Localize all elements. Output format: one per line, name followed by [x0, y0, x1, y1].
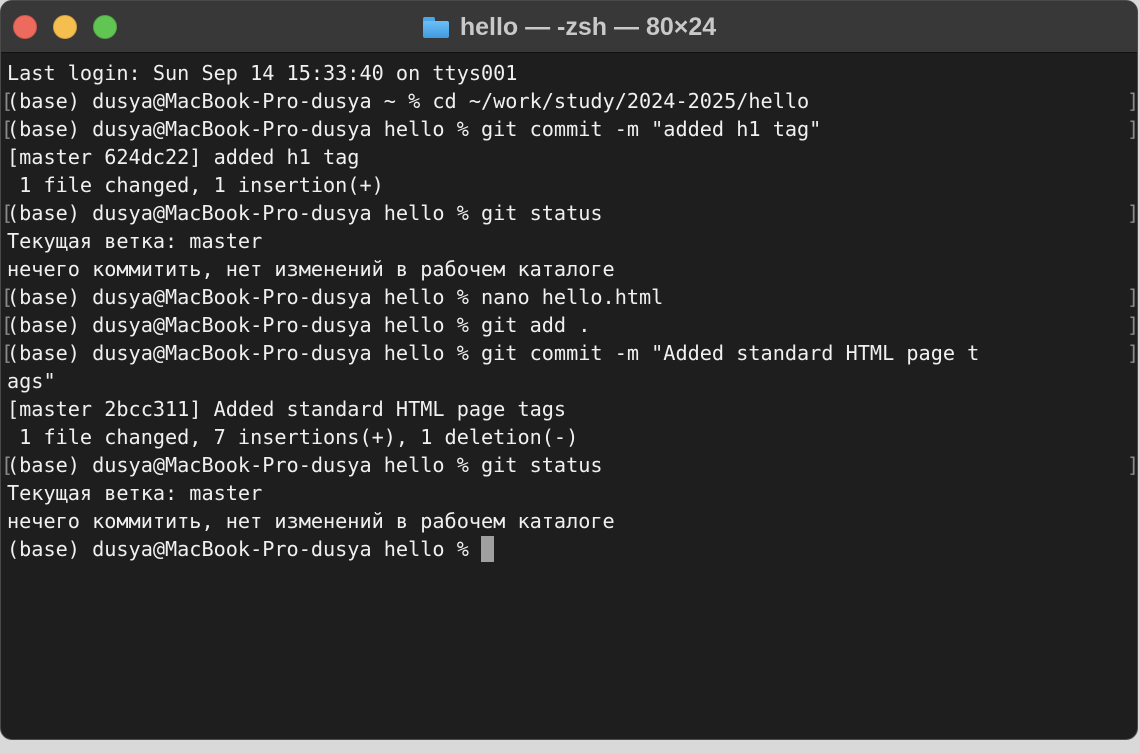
terminal-line: 1 file changed, 7 insertions(+), 1 delet… — [7, 425, 579, 449]
terminal-output[interactable]: Last login: Sun Sep 14 15:33:40 on ttys0… — [1, 59, 1137, 739]
terminal-window: hello — -zsh — 80×24 Last login: Sun Sep… — [0, 0, 1138, 740]
terminal-line: нечего коммитить, нет изменений в рабоче… — [7, 509, 615, 533]
folder-icon — [422, 15, 450, 39]
title-bar[interactable]: hello — -zsh — 80×24 — [1, 1, 1137, 53]
terminal-line: [master 2bcc311] Added standard HTML pag… — [7, 397, 567, 421]
terminal-line: Last login: Sun Sep 14 15:33:40 on ttys0… — [7, 61, 518, 85]
terminal-line: (base) dusya@MacBook-Pro-dusya hello % g… — [1, 311, 1137, 339]
terminal-line: Текущая ветка: master — [7, 229, 263, 253]
terminal-line: [master 624dc22] added h1 tag — [7, 145, 360, 169]
terminal-line: Текущая ветка: master — [7, 481, 263, 505]
terminal-line: (base) dusya@MacBook-Pro-dusya hello % g… — [1, 339, 1137, 367]
terminal-line: нечего коммитить, нет изменений в рабоче… — [7, 257, 615, 281]
background-desktop — [0, 740, 1140, 754]
window-title-group: hello — -zsh — 80×24 — [1, 1, 1137, 53]
prompt-text: (base) dusya@MacBook-Pro-dusya hello % — [7, 537, 482, 561]
terminal-line: (base) dusya@MacBook-Pro-dusya hello % g… — [1, 451, 1137, 479]
terminal-line: 1 file changed, 1 insertion(+) — [7, 173, 384, 197]
terminal-line: ags" — [7, 369, 56, 393]
text-cursor — [481, 536, 495, 562]
terminal-line: (base) dusya@MacBook-Pro-dusya hello % g… — [1, 199, 1137, 227]
terminal-line: (base) dusya@MacBook-Pro-dusya ~ % cd ~/… — [1, 87, 1137, 115]
window-title: hello — -zsh — 80×24 — [459, 12, 717, 41]
terminal-line: (base) dusya@MacBook-Pro-dusya hello % n… — [1, 283, 1137, 311]
terminal-line: (base) dusya@MacBook-Pro-dusya hello % g… — [1, 115, 1137, 143]
prompt-line[interactable]: (base) dusya@MacBook-Pro-dusya hello % — [7, 535, 1137, 563]
